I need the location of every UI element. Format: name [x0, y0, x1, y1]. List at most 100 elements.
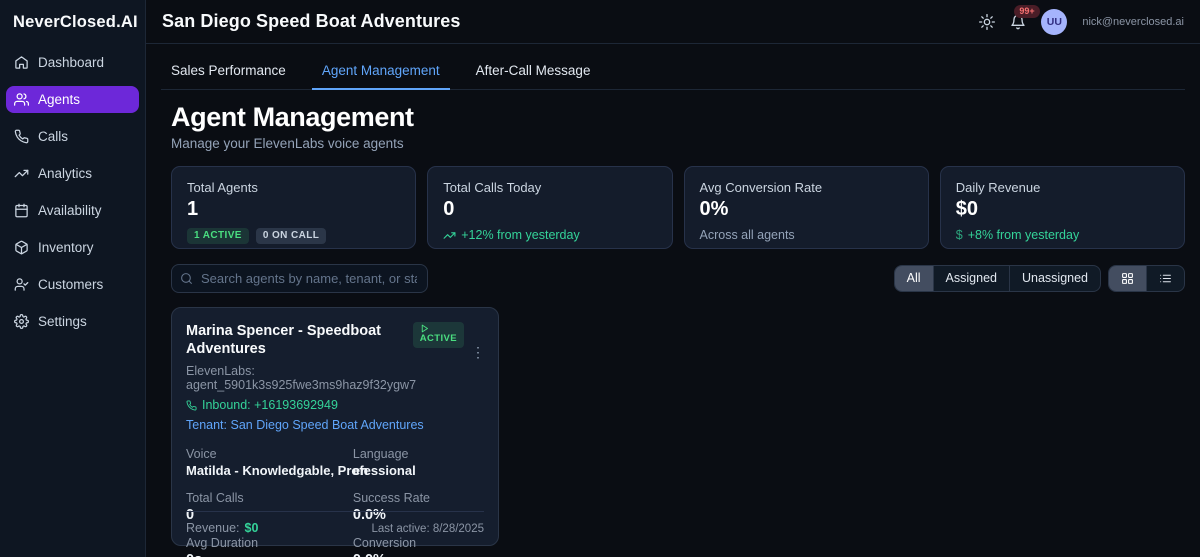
field-value: Matilda - Knowledgable, Professional: [186, 463, 416, 479]
stat-label: Daily Revenue: [955, 180, 1041, 195]
page-subtitle: Manage your ElevenLabs voice agents: [171, 136, 404, 151]
agent-name: Marina Spencer - Speedboat Adventures: [186, 323, 381, 358]
stat-card-total-agents: Total Agents 1 1 ACTIVE 0 ON CALL: [171, 166, 417, 249]
sidebar-item-label: Inventory: [38, 240, 94, 255]
sidebar-item-analytics[interactable]: Analytics: [6, 160, 139, 187]
header-actions: 99+ UU nick@neverclosed.ai: [979, 4, 1184, 35]
trending-up-icon: [14, 166, 29, 181]
sidebar-item-label: Settings: [38, 314, 87, 329]
package-icon: [14, 240, 29, 255]
field-label: Avg Duration: [186, 536, 259, 551]
field-label: Conversion: [352, 536, 417, 551]
page-title: Agent Management: [171, 102, 414, 132]
agent-menu-kebab-icon[interactable]: ⋮: [471, 345, 485, 359]
stat-label: Total Calls Today: [443, 180, 542, 195]
field-label: Total Calls: [186, 491, 244, 506]
field-label: Voice: [186, 447, 217, 462]
sidebar-item-label: Agents: [38, 92, 81, 107]
user-check-icon: [14, 277, 29, 292]
notification-count-badge: 99+: [1014, 4, 1040, 18]
revenue-label: Revenue:: [186, 521, 240, 535]
home-icon: [14, 55, 29, 70]
field-avg-duration: Avg Duration 0s: [186, 536, 353, 557]
stat-value: 0%: [699, 198, 729, 220]
field-value: 0.0%: [353, 552, 484, 557]
last-active: Last active: 8/28/2025: [371, 523, 484, 535]
agent-card: Marina Spencer - Speedboat Adventures AC…: [171, 307, 499, 557]
field-value: 0s: [186, 552, 353, 557]
revenue-value: $0: [244, 521, 259, 535]
stat-label: Avg Conversion Rate: [699, 180, 823, 195]
agent-tenant: Tenant: San Diego Speed Boat Adventures: [186, 418, 424, 433]
search-icon: [181, 273, 192, 284]
sidebar-item-inventory[interactable]: Inventory: [6, 234, 139, 261]
agent-inbound-label: Inbound: +16193692949: [202, 398, 338, 413]
theme-toggle-sun-icon[interactable]: [979, 13, 996, 30]
field-value: en: [352, 463, 369, 479]
agent-inbound-number: Inbound: +16193692949: [186, 398, 484, 412]
sidebar-item-dashboard[interactable]: Dashboard: [6, 49, 139, 76]
agent-card-footer: Revenue: $0 Last active: 8/28/2025: [186, 511, 484, 535]
active-count-badge: 1 ACTIVE: [187, 228, 249, 244]
notifications-bell-icon[interactable]: 99+: [1010, 4, 1040, 30]
calendar-icon: [14, 203, 29, 218]
sidebar-item-calls[interactable]: Calls: [6, 123, 139, 150]
agent-elevenlabs-id: ElevenLabs: agent_5901k3s925fwe3ms9haz9f…: [186, 364, 417, 393]
phone-icon: [186, 400, 197, 411]
main-content: Sales Performance Agent Management After…: [146, 44, 1200, 557]
status-badge: ACTIVE: [412, 322, 464, 348]
trending-up-icon: [443, 229, 456, 242]
on-call-count-badge: 0 ON CALL: [255, 228, 327, 244]
field-language: Language en: [353, 447, 484, 478]
tab-agent-management[interactable]: Agent Management: [311, 54, 450, 90]
avatar[interactable]: UU: [1041, 8, 1068, 35]
assignment-filter: All Assigned Unassigned: [893, 264, 1101, 293]
stat-value: 1: [187, 198, 199, 220]
sidebar-item-label: Availability: [38, 203, 102, 218]
stat-card-total-calls-today: Total Calls Today 0 +12% from yesterday: [427, 166, 673, 249]
stats-row: Total Agents 1 1 ACTIVE 0 ON CALL Total …: [171, 166, 1185, 249]
stat-value: 0: [443, 198, 455, 220]
grid-view-button[interactable]: [1109, 265, 1147, 292]
agents-toolbar: All Assigned Unassigned: [171, 264, 1185, 293]
sidebar-item-settings[interactable]: Settings: [6, 308, 139, 335]
sidebar: NeverClosed.AI Dashboard Agents Calls An…: [0, 0, 146, 557]
list-view-button[interactable]: [1147, 266, 1184, 292]
field-conversion: Conversion 0.0%: [353, 536, 484, 557]
filter-all-button[interactable]: All: [894, 265, 934, 292]
stat-note-text: Across all agents: [699, 228, 795, 242]
dollar-icon: $: [955, 228, 963, 242]
stat-label: Total Agents: [187, 180, 258, 195]
tab-bar: Sales Performance Agent Management After…: [161, 54, 1185, 90]
stat-trend-note: $ +8% from yesterday: [956, 228, 1169, 242]
search-input[interactable]: [171, 264, 428, 293]
gear-icon: [14, 314, 29, 329]
stat-note-text: +8% from yesterday: [967, 228, 1080, 242]
stat-value: $0: [955, 198, 978, 220]
sidebar-item-label: Calls: [38, 129, 69, 144]
app-logo: NeverClosed.AI: [13, 13, 138, 31]
sidebar-item-label: Analytics: [38, 166, 93, 181]
filter-assigned-button[interactable]: Assigned: [934, 265, 1010, 292]
header: San Diego Speed Boat Adventures 99+ UU n…: [146, 0, 1200, 44]
page-header-title: San Diego Speed Boat Adventures: [162, 11, 461, 31]
sidebar-nav: Dashboard Agents Calls Analytics Availab…: [0, 49, 145, 335]
sidebar-item-availability[interactable]: Availability: [6, 197, 139, 224]
user-email: nick@neverclosed.ai: [1082, 15, 1184, 28]
status-badge-label: ACTIVE: [419, 333, 457, 344]
list-icon: [1160, 274, 1171, 283]
filter-unassigned-button[interactable]: Unassigned: [1010, 266, 1100, 292]
sidebar-item-label: Dashboard: [38, 55, 105, 70]
search-box: [171, 264, 428, 293]
tab-sales-performance[interactable]: Sales Performance: [161, 54, 296, 89]
tab-after-call-message[interactable]: After-Call Message: [466, 54, 601, 89]
agent-metrics-grid: Voice Matilda - Knowledgable, Profession…: [186, 447, 484, 557]
field-voice: Voice Matilda - Knowledgable, Profession…: [186, 447, 416, 479]
sidebar-item-agents[interactable]: Agents: [6, 86, 139, 113]
stat-card-avg-conversion-rate: Avg Conversion Rate 0% Across all agents: [683, 166, 929, 249]
users-icon: [14, 92, 29, 107]
grid-icon: [1122, 273, 1133, 284]
sidebar-item-customers[interactable]: Customers: [6, 271, 139, 298]
stat-trend-note: +12% from yesterday: [443, 228, 656, 242]
sidebar-item-label: Customers: [38, 277, 104, 292]
